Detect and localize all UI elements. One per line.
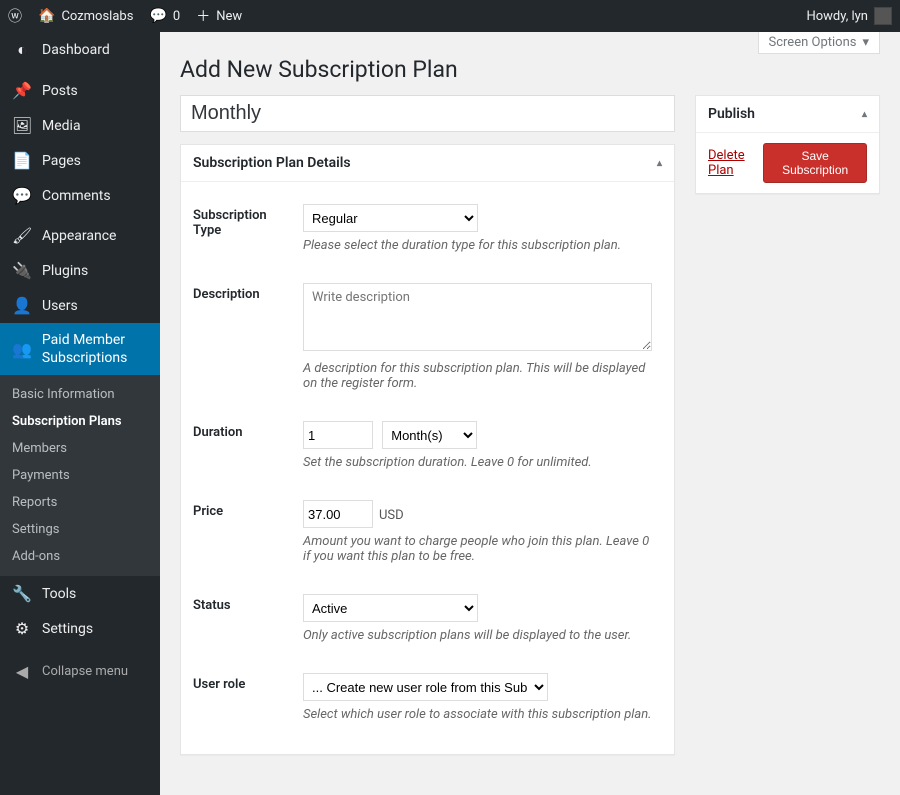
duration-unit-select[interactable]: Month(s) xyxy=(382,421,477,449)
duration-label: Duration xyxy=(193,411,303,490)
sidebar-submenu: Basic Information Subscription Plans Mem… xyxy=(0,375,160,576)
status-select[interactable]: Active xyxy=(303,594,478,622)
submenu-members[interactable]: Members xyxy=(0,435,160,462)
status-desc: Only active subscription plans will be d… xyxy=(303,628,652,643)
comments-link[interactable]: 💬0 xyxy=(149,8,180,24)
description-label: Description xyxy=(193,273,303,411)
publish-box-header[interactable]: Publish ▴ xyxy=(696,96,879,133)
comment-icon: 💬 xyxy=(149,8,166,24)
tools-icon: 🔧 xyxy=(12,584,32,603)
sidebar-item-plugins[interactable]: 🔌Plugins xyxy=(0,253,160,288)
price-input[interactable] xyxy=(303,500,373,528)
dashboard-icon: ◐ xyxy=(12,40,32,60)
description-desc: A description for this subscription plan… xyxy=(303,361,652,391)
site-name: Cozmoslabs xyxy=(61,9,133,24)
subscription-type-desc: Please select the duration type for this… xyxy=(303,238,652,253)
sidebar-item-settings[interactable]: ⚙Settings xyxy=(0,611,160,646)
plus-icon: ＋ xyxy=(196,6,210,26)
sidebar-item-comments[interactable]: 💬Comments xyxy=(0,178,160,213)
posts-icon: 📌 xyxy=(12,81,32,100)
publish-heading: Publish xyxy=(708,106,755,122)
sidebar-item-appearance[interactable]: 🖌Appearance xyxy=(0,218,160,253)
media-icon: 🖼 xyxy=(12,116,32,135)
sidebar-item-dashboard[interactable]: ◐Dashboard xyxy=(0,32,160,68)
price-label: Price xyxy=(193,490,303,584)
comments-count: 0 xyxy=(173,9,180,24)
sidebar-item-posts[interactable]: 📌Posts xyxy=(0,73,160,108)
chevron-down-icon: ▾ xyxy=(862,35,869,50)
howdy-text: Howdy, lyn xyxy=(806,9,868,24)
submenu-subscription-plans[interactable]: Subscription Plans xyxy=(0,408,160,435)
avatar xyxy=(874,7,892,25)
admin-sidebar: ◐Dashboard 📌Posts 🖼Media 📄Pages 💬Comment… xyxy=(0,32,160,795)
subscription-type-label: Subscription Type xyxy=(193,194,303,273)
toggle-icon: ▴ xyxy=(657,158,662,169)
submenu-basic-information[interactable]: Basic Information xyxy=(0,381,160,408)
submenu-payments[interactable]: Payments xyxy=(0,462,160,489)
plan-title-input[interactable] xyxy=(180,95,675,132)
submenu-settings[interactable]: Settings xyxy=(0,516,160,543)
sidebar-item-pages[interactable]: 📄Pages xyxy=(0,143,160,178)
description-textarea[interactable] xyxy=(303,283,652,351)
duration-input[interactable] xyxy=(303,421,373,449)
new-label: New xyxy=(216,9,242,24)
subscriptions-icon: 👥 xyxy=(12,340,32,359)
details-heading: Subscription Plan Details xyxy=(193,155,351,171)
delete-plan-link[interactable]: Delete Plan xyxy=(708,148,763,178)
collapse-menu[interactable]: ◀Collapse menu xyxy=(0,654,160,689)
publish-box: Publish ▴ Delete Plan Save Subscription xyxy=(695,95,880,194)
plugins-icon: 🔌 xyxy=(12,261,32,280)
admin-bar: ⓦ 🏠Cozmoslabs 💬0 ＋New Howdy, lyn xyxy=(0,0,900,32)
duration-desc: Set the subscription duration. Leave 0 f… xyxy=(303,455,652,470)
pages-icon: 📄 xyxy=(12,151,32,170)
home-icon: 🏠 xyxy=(38,8,55,24)
wordpress-icon: ⓦ xyxy=(8,6,22,26)
user-role-label: User role xyxy=(193,663,303,742)
sidebar-item-media[interactable]: 🖼Media xyxy=(0,108,160,143)
sidebar-item-tools[interactable]: 🔧Tools xyxy=(0,576,160,611)
wp-logo[interactable]: ⓦ xyxy=(8,6,22,26)
appearance-icon: 🖌 xyxy=(12,226,32,245)
toggle-icon: ▴ xyxy=(862,109,867,120)
save-subscription-button[interactable]: Save Subscription xyxy=(763,143,867,183)
collapse-icon: ◀ xyxy=(12,662,32,681)
status-label: Status xyxy=(193,584,303,663)
price-desc: Amount you want to charge people who joi… xyxy=(303,534,652,564)
submenu-addons[interactable]: Add-ons xyxy=(0,543,160,570)
details-box-header[interactable]: Subscription Plan Details ▴ xyxy=(181,145,674,182)
page-title: Add New Subscription Plan xyxy=(180,56,880,83)
main-content: Screen Options▾ Add New Subscription Pla… xyxy=(160,32,900,795)
price-currency: USD xyxy=(379,508,404,523)
subscription-type-select[interactable]: Regular xyxy=(303,204,478,232)
sidebar-item-paid-member-subscriptions[interactable]: 👥Paid Member Subscriptions xyxy=(0,323,160,375)
sidebar-item-users[interactable]: 👤Users xyxy=(0,288,160,323)
submenu-reports[interactable]: Reports xyxy=(0,489,160,516)
site-name-link[interactable]: 🏠 Cozmoslabs xyxy=(38,8,133,24)
user-role-select[interactable]: ... Create new user role from this Subsc… xyxy=(303,673,548,701)
user-role-desc: Select which user role to associate with… xyxy=(303,707,652,722)
comments-icon: 💬 xyxy=(12,186,32,205)
screen-options-toggle[interactable]: Screen Options▾ xyxy=(758,32,881,54)
subscription-plan-details-box: Subscription Plan Details ▴ Subscription… xyxy=(180,144,675,755)
users-icon: 👤 xyxy=(12,296,32,315)
new-content-link[interactable]: ＋ New xyxy=(196,6,242,26)
settings-icon: ⚙ xyxy=(12,619,32,638)
howdy-link[interactable]: Howdy, lyn xyxy=(806,7,892,25)
